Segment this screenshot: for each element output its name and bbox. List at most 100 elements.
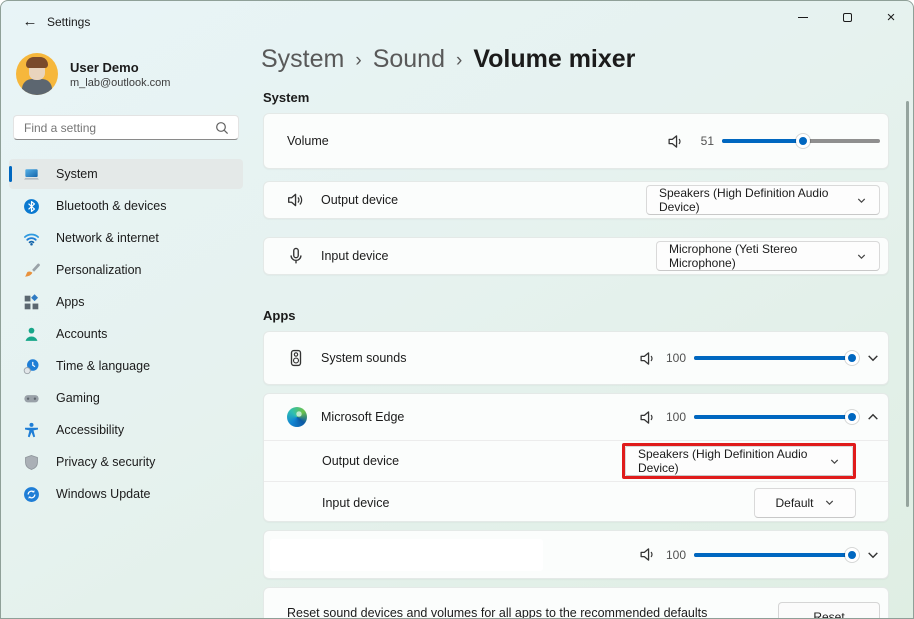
edge-input-device-dropdown[interactable]: Default: [754, 488, 856, 518]
edge-input-device-row: Input device Default: [264, 481, 888, 523]
volume-card: Volume 51: [263, 113, 889, 169]
unnamed-app-card: 100: [263, 530, 889, 579]
speaker-icon[interactable]: [639, 350, 656, 367]
system-volume-slider[interactable]: [722, 134, 880, 148]
sidebar-item-network-internet[interactable]: Network & internet: [9, 223, 243, 253]
reset-description: Reset sound devices and volumes for all …: [287, 606, 707, 619]
breadcrumb-sound[interactable]: Sound: [373, 45, 445, 74]
scrollbar[interactable]: [906, 101, 909, 507]
sidebar-item-privacy-security[interactable]: Privacy & security: [9, 447, 243, 477]
gamepad-icon: [23, 390, 40, 407]
edge-input-device-label: Input device: [322, 496, 389, 510]
edge-logo-icon: [287, 407, 307, 427]
unnamed-app-slider[interactable]: [694, 548, 852, 562]
user-name: User Demo: [70, 60, 170, 75]
wifi-icon: [23, 230, 40, 247]
expand-chevron-down-icon[interactable]: [866, 351, 880, 365]
output-device-value: Speakers (High Definition Audio Device): [659, 186, 846, 214]
edge-volume-slider[interactable]: [694, 410, 852, 424]
sidebar-item-personalization[interactable]: Personalization: [9, 255, 243, 285]
sidebar-item-windows-update[interactable]: Windows Update: [9, 479, 243, 509]
selected-indicator: [9, 166, 12, 182]
search-input[interactable]: [14, 121, 214, 135]
collapse-chevron-up-icon[interactable]: [866, 410, 880, 424]
redacted-app-name: [270, 539, 543, 571]
microphone-icon: [287, 247, 305, 265]
sidebar: User Demo m_lab@outlook.com System Bluet…: [1, 41, 251, 618]
input-device-card: Input device Microphone (Yeti Stereo Mic…: [263, 237, 889, 275]
section-system-label: System: [263, 90, 309, 105]
slider-thumb[interactable]: [845, 410, 859, 424]
reset-button[interactable]: Reset: [778, 602, 880, 619]
speaker-icon[interactable]: [667, 133, 684, 150]
breadcrumb-system[interactable]: System: [261, 45, 344, 74]
input-device-dropdown[interactable]: Microphone (Yeti Stereo Microphone): [656, 241, 880, 271]
edge-output-device-row: Output device Speakers (High Definition …: [264, 440, 888, 481]
apps-icon: [23, 294, 40, 311]
sidebar-item-label: Gaming: [56, 391, 100, 405]
speaker-icon[interactable]: [639, 546, 656, 563]
sidebar-nav: System Bluetooth & devices Network & int…: [9, 159, 243, 511]
edge-input-device-value: Default: [775, 496, 813, 510]
sidebar-item-apps[interactable]: Apps: [9, 287, 243, 317]
speaker-icon[interactable]: [639, 409, 656, 426]
chevron-right-icon: ›: [355, 48, 361, 72]
edge-group-card: Microsoft Edge 100 Output device Speaker…: [263, 393, 889, 522]
back-button[interactable]: ←: [15, 9, 45, 33]
slider-thumb[interactable]: [796, 134, 810, 148]
edge-label: Microsoft Edge: [321, 410, 404, 424]
input-device-label: Input device: [321, 249, 388, 263]
user-email: m_lab@outlook.com: [70, 77, 170, 89]
edge-row: Microsoft Edge 100: [264, 394, 888, 440]
system-icon: [23, 166, 40, 183]
expand-chevron-down-icon[interactable]: [866, 548, 880, 562]
page-title: Volume mixer: [473, 45, 635, 74]
search-icon: [214, 120, 230, 136]
sidebar-item-accounts[interactable]: Accounts: [9, 319, 243, 349]
sidebar-item-system[interactable]: System: [9, 159, 243, 189]
sidebar-item-time-language[interactable]: Time & language: [9, 351, 243, 381]
system-sounds-slider[interactable]: [694, 351, 852, 365]
user-profile[interactable]: User Demo m_lab@outlook.com: [16, 53, 170, 95]
volume-label: Volume: [287, 134, 329, 148]
sidebar-item-label: Accounts: [56, 327, 107, 341]
edge-output-device-dropdown[interactable]: Speakers (High Definition Audio Device): [625, 446, 853, 476]
chevron-down-icon: [856, 251, 867, 262]
speaker-box-icon: [287, 349, 305, 367]
main-content: System › Sound › Volume mixer System Vol…: [261, 1, 895, 619]
sidebar-item-label: Accessibility: [56, 423, 124, 437]
edge-volume-value: 100: [664, 410, 686, 424]
sidebar-item-label: Privacy & security: [56, 455, 155, 469]
search-box: [13, 115, 239, 140]
output-device-label: Output device: [321, 193, 398, 207]
chevron-down-icon: [829, 456, 840, 467]
update-icon: [23, 486, 40, 503]
sidebar-item-label: System: [56, 167, 98, 181]
edge-output-device-label: Output device: [322, 454, 399, 468]
output-device-card: Output device Speakers (High Definition …: [263, 181, 889, 219]
avatar: [16, 53, 58, 95]
system-sounds-card: System sounds 100: [263, 331, 889, 385]
sidebar-item-label: Apps: [56, 295, 85, 309]
clock-icon: [23, 358, 40, 375]
unnamed-app-volume-value: 100: [664, 548, 686, 562]
input-device-value: Microphone (Yeti Stereo Microphone): [669, 242, 846, 270]
sidebar-item-label: Time & language: [56, 359, 150, 373]
sidebar-item-bluetooth-devices[interactable]: Bluetooth & devices: [9, 191, 243, 221]
sidebar-item-accessibility[interactable]: Accessibility: [9, 415, 243, 445]
system-sounds-volume-value: 100: [664, 351, 686, 365]
speaker-waves-icon: [287, 191, 305, 209]
system-sounds-label: System sounds: [321, 351, 406, 365]
window-title: Settings: [47, 15, 90, 29]
shield-icon: [23, 454, 40, 471]
slider-thumb[interactable]: [845, 351, 859, 365]
sidebar-item-gaming[interactable]: Gaming: [9, 383, 243, 413]
sidebar-item-label: Network & internet: [56, 231, 159, 245]
section-apps-label: Apps: [263, 308, 296, 323]
slider-thumb[interactable]: [845, 548, 859, 562]
reset-card: Reset sound devices and volumes for all …: [263, 587, 889, 619]
output-device-dropdown[interactable]: Speakers (High Definition Audio Device): [646, 185, 880, 215]
brush-icon: [23, 262, 40, 279]
sidebar-item-label: Windows Update: [56, 487, 151, 501]
back-arrow-icon: ←: [23, 13, 38, 30]
